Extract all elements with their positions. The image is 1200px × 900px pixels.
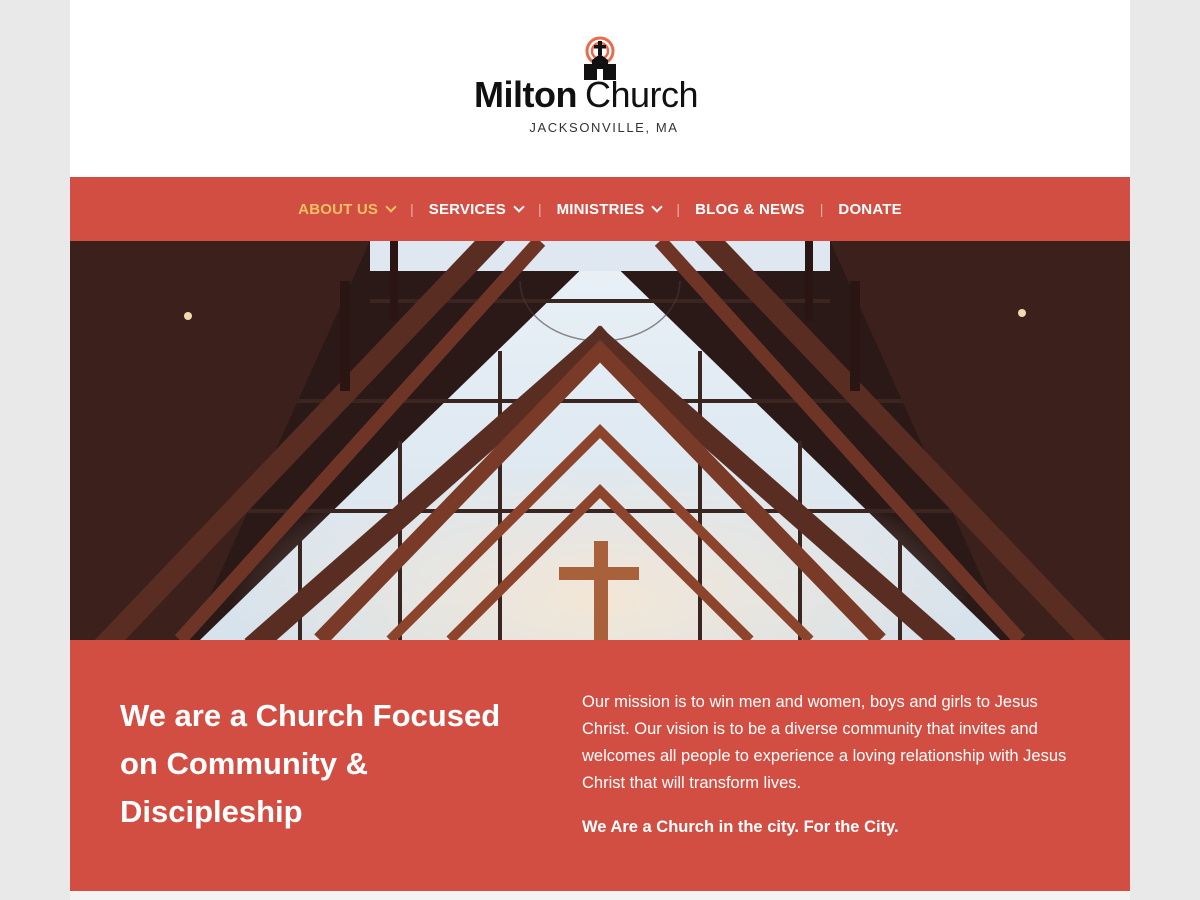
nav-separator: | [819, 201, 824, 217]
mission-statement: Our mission is to win men and women, boy… [582, 693, 1067, 792]
nav-item-donate[interactable]: DONATE [838, 201, 901, 218]
page-container: Milton Church JACKSONVILLE, MA ABOUT US |… [70, 0, 1130, 900]
logo-name-bold: Milton [474, 74, 577, 115]
intro-tagline: We Are a Church in the city. For the Cit… [582, 818, 899, 836]
site-logo[interactable]: Milton Church JACKSONVILLE, MA [474, 36, 730, 140]
intro-section: We are a Church Focused on Community & D… [70, 640, 1130, 891]
nav-separator: | [410, 201, 414, 217]
logo-location: JACKSONVILLE, MA [529, 120, 679, 135]
nav-menu: ABOUT US | SERVICES | MINISTRIES | BLOG … [70, 177, 1130, 241]
nav-item-label: SERVICES [428, 200, 506, 218]
nav-separator: | [676, 201, 681, 217]
chevron-down-icon [385, 201, 397, 213]
chevron-down-icon [651, 201, 664, 213]
nav-item-services[interactable]: SERVICES [428, 200, 525, 218]
nav-item-label: BLOG & NEWS [695, 200, 805, 218]
nav-item-about-us[interactable]: ABOUT US [298, 200, 397, 218]
logo-wordmark: Milton Church [474, 74, 730, 115]
chevron-down-icon [513, 201, 525, 213]
nav-item-blog-news[interactable]: BLOG & NEWS [695, 201, 805, 218]
logo-name-regular: Church [584, 74, 699, 115]
section-divider [70, 891, 1130, 900]
church-interior-image [70, 241, 1130, 640]
nav-item-label: ABOUT US [298, 200, 379, 218]
site-header: Milton Church JACKSONVILLE, MA [70, 0, 1130, 177]
hero-image [70, 241, 1130, 640]
intro-headline: We are a Church Focused on Community & D… [120, 698, 501, 829]
nav-separator: | [537, 201, 542, 217]
main-navigation: ABOUT US | SERVICES | MINISTRIES | BLOG … [70, 177, 1130, 241]
nav-item-label: DONATE [838, 200, 902, 218]
nav-item-ministries[interactable]: MINISTRIES [556, 200, 664, 218]
nav-item-label: MINISTRIES [556, 200, 645, 218]
